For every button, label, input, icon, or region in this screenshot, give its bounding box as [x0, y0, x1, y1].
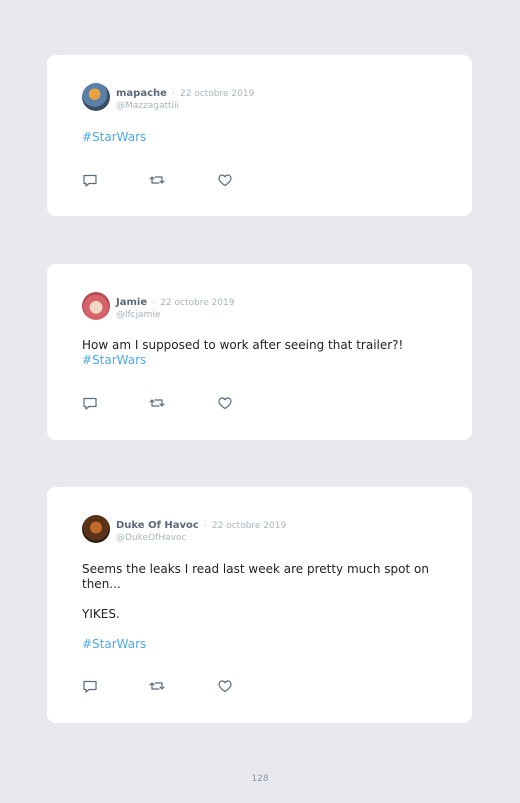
tweet-card: Duke Of Havoc · 22 octobre 2019 @DukeOfH…: [47, 487, 472, 723]
avatar[interactable]: [82, 83, 110, 111]
author-name[interactable]: Duke Of Havoc: [116, 520, 199, 531]
tweet-date[interactable]: 22 octobre 2019: [180, 89, 254, 99]
separator-dot: ·: [152, 298, 156, 308]
like-icon[interactable]: [217, 395, 233, 411]
tweet-meta: Duke Of Havoc · 22 octobre 2019 @DukeOfH…: [116, 515, 286, 543]
like-icon[interactable]: [217, 172, 233, 188]
author-handle[interactable]: @Mazzagattiii: [116, 102, 254, 111]
separator-dot: ·: [203, 521, 207, 531]
page-number: 128: [251, 774, 269, 784]
retweet-icon[interactable]: [149, 678, 165, 694]
author-name[interactable]: mapache: [116, 88, 167, 99]
tweet-body: #StarWars: [82, 130, 442, 145]
tweet-body: Seems the leaks I read last week are pre…: [82, 562, 442, 652]
tweet-header: Jamie · 22 octobre 2019 @lfcjamie: [82, 292, 235, 320]
tweet-date[interactable]: 22 octobre 2019: [212, 521, 286, 531]
tweet-meta: Jamie · 22 octobre 2019 @lfcjamie: [116, 292, 235, 320]
tweet-actions: [82, 172, 233, 188]
like-icon[interactable]: [217, 678, 233, 694]
hashtag-link[interactable]: #StarWars: [82, 637, 442, 652]
avatar[interactable]: [82, 292, 110, 320]
tweet-header: mapache · 22 octobre 2019 @Mazzagattiii: [82, 83, 254, 111]
hashtag-link[interactable]: #StarWars: [82, 353, 442, 368]
avatar[interactable]: [82, 515, 110, 543]
tweet-text: Seems the leaks I read last week are pre…: [82, 562, 429, 591]
tweet-card: Jamie · 22 octobre 2019 @lfcjamie How am…: [47, 264, 472, 440]
author-handle[interactable]: @DukeOfHavoc: [116, 534, 286, 543]
reply-icon[interactable]: [82, 678, 98, 694]
tweet-header: Duke Of Havoc · 22 octobre 2019 @DukeOfH…: [82, 515, 286, 543]
tweet-card: mapache · 22 octobre 2019 @Mazzagattiii …: [47, 55, 472, 216]
reply-icon[interactable]: [82, 172, 98, 188]
separator-dot: ·: [172, 89, 175, 99]
tweet-date[interactable]: 22 octobre 2019: [160, 298, 234, 308]
tweet-text: YIKES.: [82, 607, 120, 621]
tweet-meta: mapache · 22 octobre 2019 @Mazzagattiii: [116, 83, 254, 111]
tweet-text: How am I supposed to work after seeing t…: [82, 338, 404, 352]
tweet-actions: [82, 395, 233, 411]
retweet-icon[interactable]: [149, 395, 165, 411]
hashtag-link[interactable]: #StarWars: [82, 130, 442, 145]
retweet-icon[interactable]: [149, 172, 165, 188]
tweet-body: How am I supposed to work after seeing t…: [82, 338, 442, 368]
reply-icon[interactable]: [82, 395, 98, 411]
tweet-actions: [82, 678, 233, 694]
author-handle[interactable]: @lfcjamie: [116, 311, 235, 320]
author-name[interactable]: Jamie: [116, 297, 147, 308]
